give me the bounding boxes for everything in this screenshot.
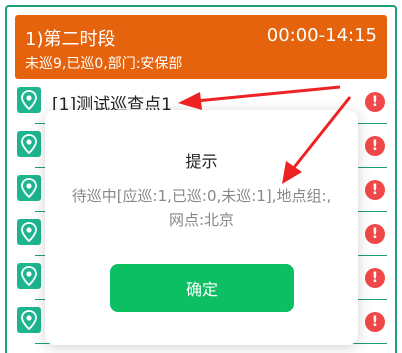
location-pin-icon — [17, 263, 41, 289]
dialog-message: 待巡中[应巡:1,已巡:0,未巡:1],地点组:,网点:北京 — [71, 187, 332, 229]
warning-icon[interactable]: ! — [365, 268, 385, 288]
confirm-button[interactable]: 确定 — [110, 264, 294, 312]
warning-icon[interactable]: ! — [365, 92, 385, 112]
location-pin-icon — [17, 219, 41, 245]
period-time-range: 00:00-14:15 — [266, 25, 377, 46]
alert-dialog: 提示 待巡中[应巡:1,已巡:0,未巡:1],地点组:,网点:北京 确定 — [45, 110, 358, 345]
warning-icon[interactable]: ! — [365, 136, 385, 156]
period-header[interactable]: 1)第二时段 00:00-14:15 未巡9,已巡0,部门:安保部 — [15, 15, 387, 79]
warning-icon[interactable]: ! — [365, 180, 385, 200]
warning-icon[interactable]: ! — [365, 312, 385, 332]
location-pin-icon — [17, 87, 41, 113]
warning-icon[interactable]: ! — [365, 224, 385, 244]
location-pin-icon — [17, 307, 41, 333]
location-pin-icon — [17, 175, 41, 201]
location-pin-icon — [17, 131, 41, 157]
period-summary: 未巡9,已巡0,部门:安保部 — [25, 56, 183, 72]
dialog-title: 提示 — [185, 152, 218, 171]
period-title: 1)第二时段 — [25, 29, 116, 50]
